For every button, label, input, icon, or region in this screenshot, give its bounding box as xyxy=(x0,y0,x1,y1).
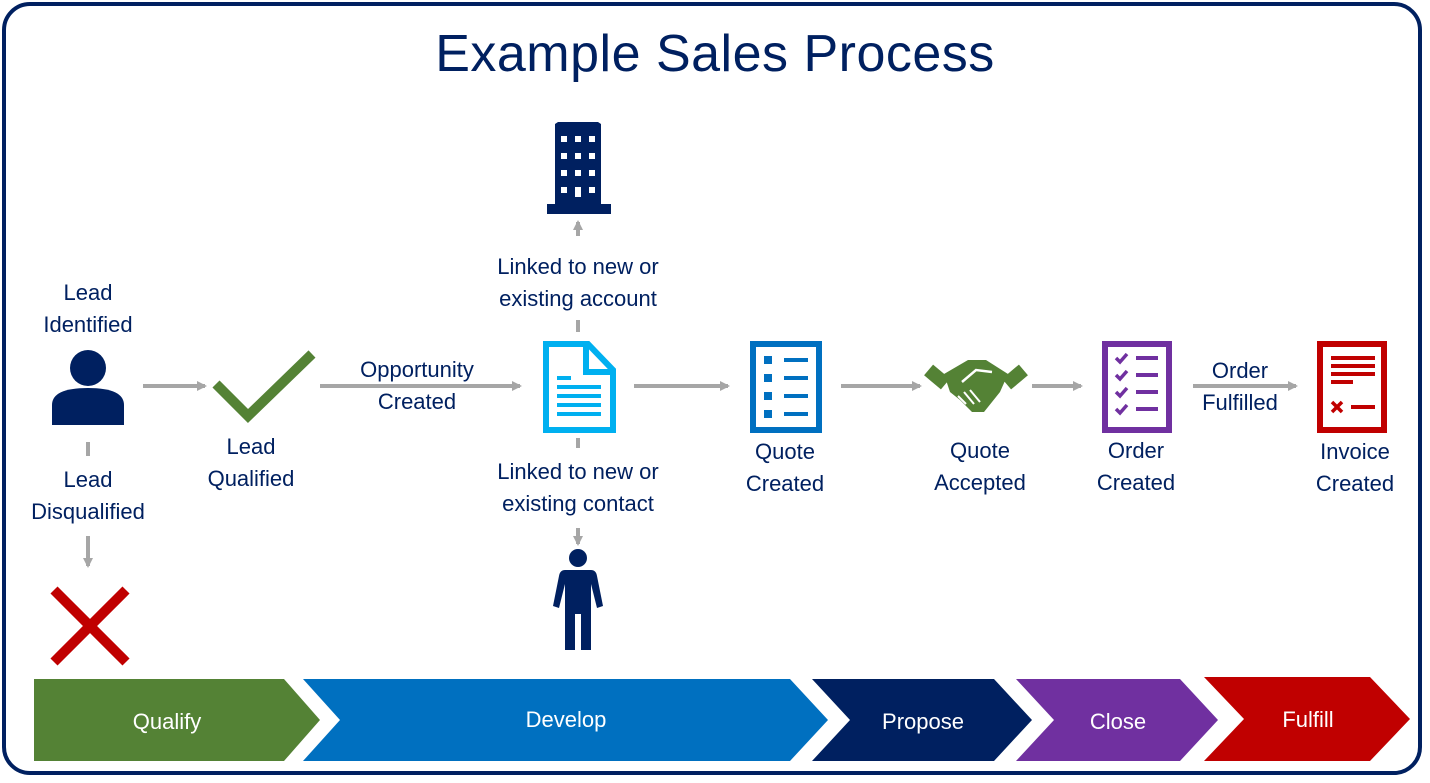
stage-bar: Qualify Develop Propose Close Fulfill xyxy=(34,677,1410,761)
label-order-created: Order Created xyxy=(1096,438,1176,495)
stage-label-close: Close xyxy=(1090,709,1146,734)
label-linked-contact: Linked to new or existing contact xyxy=(497,459,659,516)
building-icon xyxy=(547,122,611,214)
handshake-icon xyxy=(924,360,1028,412)
label-lead-disqualified: Lead Disqualified xyxy=(31,467,145,524)
stage-label-propose: Propose xyxy=(882,709,964,734)
invoice-icon xyxy=(1317,341,1387,433)
document-icon xyxy=(543,341,616,433)
checklist-icon xyxy=(1102,341,1172,433)
list-icon xyxy=(750,341,822,433)
label-linked-account: Linked to new or existing account xyxy=(497,254,659,311)
checkmark-icon xyxy=(212,350,316,424)
label-order-fulfilled: Order Fulfilled xyxy=(1202,358,1278,415)
stage-label-fulfill: Fulfill xyxy=(1282,707,1333,732)
label-quote-created: Quote Created xyxy=(745,439,825,496)
label-quote-accepted: Quote Accepted xyxy=(934,438,1026,495)
x-mark-icon xyxy=(50,586,130,666)
stage-label-qualify: Qualify xyxy=(133,709,201,734)
person-standing-icon xyxy=(553,549,603,650)
label-lead-identified: Lead Identified xyxy=(43,280,133,337)
label-invoice-created: Invoice Created xyxy=(1315,439,1395,496)
stage-label-develop: Develop xyxy=(526,707,607,732)
person-bust-icon xyxy=(52,350,124,425)
label-opportunity-created: Opportunity Created xyxy=(360,357,474,414)
label-lead-qualified: Lead Qualified xyxy=(207,434,295,491)
